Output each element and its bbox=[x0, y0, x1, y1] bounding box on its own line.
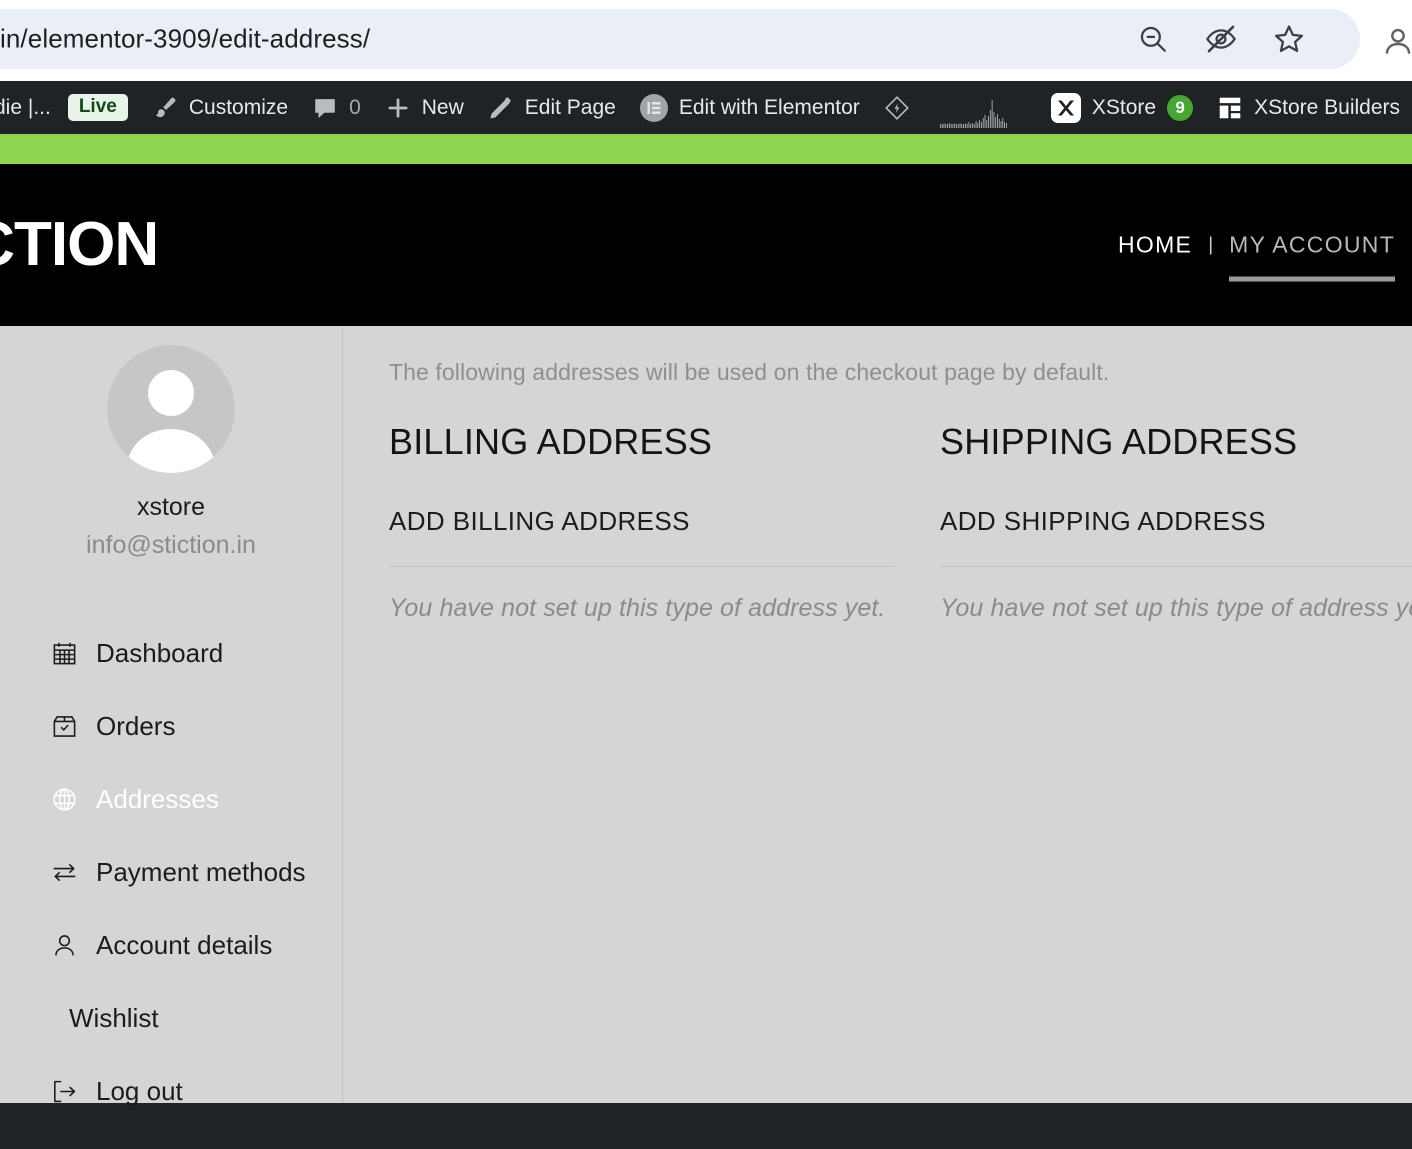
billing-divider bbox=[389, 566, 895, 567]
my-account-page: xstore info@stiction.in Dashboard Orders… bbox=[0, 326, 1412, 1106]
globe-icon bbox=[51, 786, 78, 813]
admin-bar-edit-page-label: Edit Page bbox=[524, 95, 616, 119]
sidebar-item-dashboard-label: Dashboard bbox=[96, 638, 224, 668]
sidebar-item-wishlist[interactable]: Wishlist bbox=[51, 982, 342, 1055]
main-navigation: HOME | MY ACCOUNT | bbox=[1104, 232, 1412, 282]
xstore-update-badge: 9 bbox=[1167, 94, 1194, 121]
layout-grid-icon bbox=[1217, 95, 1243, 121]
transfer-arrows-icon bbox=[51, 859, 78, 886]
sidebar-item-orders-label: Orders bbox=[96, 711, 176, 741]
traffic-sparkline-icon bbox=[939, 100, 1007, 128]
pencil-icon bbox=[488, 95, 514, 121]
admin-bar-site-title-label: die |... bbox=[0, 95, 51, 119]
admin-bar-elementor-label: Edit with Elementor bbox=[678, 95, 860, 119]
admin-bar-site-title[interactable]: die |... Live bbox=[0, 81, 140, 134]
admin-bar-xstore-label: XStore bbox=[1091, 95, 1157, 119]
billing-address-column: BILLING ADDRESS ADD BILLING ADDRESS You … bbox=[389, 424, 895, 623]
wp-admin-bar: die |... Live Customize 0 New bbox=[0, 81, 1412, 134]
admin-bar-edit-page[interactable]: Edit Page bbox=[476, 81, 628, 134]
shipping-empty-message: You have not set up this type of address… bbox=[940, 594, 1412, 622]
admin-bar-new[interactable]: New bbox=[373, 81, 476, 134]
shipping-address-column: SHIPPING ADDRESS ADD SHIPPING ADDRESS Yo… bbox=[940, 424, 1412, 623]
addresses-intro-text: The following addresses will be used on … bbox=[389, 359, 1110, 385]
site-logo[interactable]: ICTION bbox=[0, 214, 159, 276]
sidebar-item-payment-methods[interactable]: Payment methods bbox=[51, 836, 342, 909]
live-badge: Live bbox=[67, 93, 128, 122]
sidebar-item-log-out[interactable]: Log out bbox=[51, 1055, 342, 1128]
account-content: The following addresses will be used on … bbox=[343, 326, 1412, 1103]
address-bar-actions bbox=[1136, 22, 1306, 56]
admin-bar-comments[interactable]: 0 bbox=[300, 81, 373, 134]
admin-bar-xstore-builders[interactable]: XStore Builders bbox=[1205, 81, 1412, 134]
admin-bar-customize-label: Customize bbox=[188, 95, 289, 119]
zoom-out-icon[interactable] bbox=[1136, 22, 1170, 56]
rocket-diamond-icon bbox=[884, 95, 910, 121]
sidebar-item-account-details-label: Account details bbox=[96, 930, 273, 960]
sidebar-item-orders[interactable]: Orders bbox=[51, 690, 342, 763]
billing-empty-message: You have not set up this type of address… bbox=[389, 594, 886, 622]
admin-bar-customize[interactable]: Customize bbox=[140, 81, 300, 134]
browser-profile-avatar[interactable] bbox=[1380, 23, 1412, 59]
elementor-icon bbox=[639, 93, 668, 122]
address-bar-url[interactable]: in/elementor-3909/edit-address/ bbox=[0, 24, 370, 55]
admin-bar-new-label: New bbox=[421, 95, 464, 119]
eye-slash-icon[interactable] bbox=[1204, 22, 1238, 56]
logout-icon bbox=[51, 1078, 78, 1105]
sidebar-item-dashboard[interactable]: Dashboard bbox=[51, 617, 342, 690]
add-billing-address-link[interactable]: ADD BILLING ADDRESS bbox=[389, 506, 895, 537]
sidebar-item-addresses[interactable]: Addresses bbox=[51, 763, 342, 836]
bookmark-star-icon[interactable] bbox=[1272, 22, 1306, 56]
nav-separator-1: | bbox=[1208, 234, 1214, 255]
accent-strip bbox=[0, 134, 1412, 164]
sidebar-item-account-details[interactable]: Account details bbox=[51, 909, 342, 982]
box-check-icon bbox=[51, 713, 78, 740]
site-header: ICTION HOME | MY ACCOUNT | bbox=[0, 164, 1412, 326]
shipping-address-title: SHIPPING ADDRESS bbox=[940, 421, 1298, 462]
avatar bbox=[107, 345, 235, 473]
address-bar[interactable]: in/elementor-3909/edit-address/ bbox=[0, 9, 1360, 69]
address-columns: BILLING ADDRESS ADD BILLING ADDRESS You … bbox=[389, 424, 1412, 623]
browser-toolbar: in/elementor-3909/edit-address/ bbox=[0, 0, 1412, 81]
calendar-icon bbox=[51, 640, 78, 667]
account-user-name: xstore bbox=[136, 493, 206, 521]
paintbrush-icon bbox=[152, 95, 178, 121]
nav-item-home[interactable]: HOME bbox=[1104, 232, 1206, 259]
admin-bar-speed-plugin[interactable] bbox=[872, 81, 922, 134]
comment-bubble-icon bbox=[312, 95, 338, 121]
admin-bar-comments-count: 0 bbox=[349, 95, 361, 119]
nav-item-my-account[interactable]: MY ACCOUNT bbox=[1215, 232, 1409, 282]
plus-icon bbox=[385, 95, 411, 121]
person-icon bbox=[51, 932, 78, 959]
admin-bar-xstore-builders-label: XStore Builders bbox=[1254, 95, 1400, 119]
shipping-divider bbox=[940, 566, 1412, 567]
sidebar-item-wishlist-label: Wishlist bbox=[69, 1003, 159, 1033]
admin-bar-edit-with-elementor[interactable]: Edit with Elementor bbox=[628, 81, 872, 134]
sidebar-item-payment-methods-label: Payment methods bbox=[96, 857, 306, 887]
sidebar-item-log-out-label: Log out bbox=[96, 1076, 183, 1106]
account-menu: Dashboard Orders Addresses Payment metho… bbox=[0, 617, 342, 1128]
add-shipping-address-link[interactable]: ADD SHIPPING ADDRESS bbox=[940, 506, 1412, 537]
sidebar-item-addresses-label: Addresses bbox=[96, 784, 219, 814]
account-user-email: info@stiction.in bbox=[86, 531, 256, 559]
xstore-logo-icon bbox=[1050, 92, 1081, 123]
billing-address-title: BILLING ADDRESS bbox=[389, 421, 713, 462]
account-sidebar: xstore info@stiction.in Dashboard Orders… bbox=[0, 326, 343, 1106]
admin-bar-xstore[interactable]: XStore 9 bbox=[1039, 81, 1205, 134]
